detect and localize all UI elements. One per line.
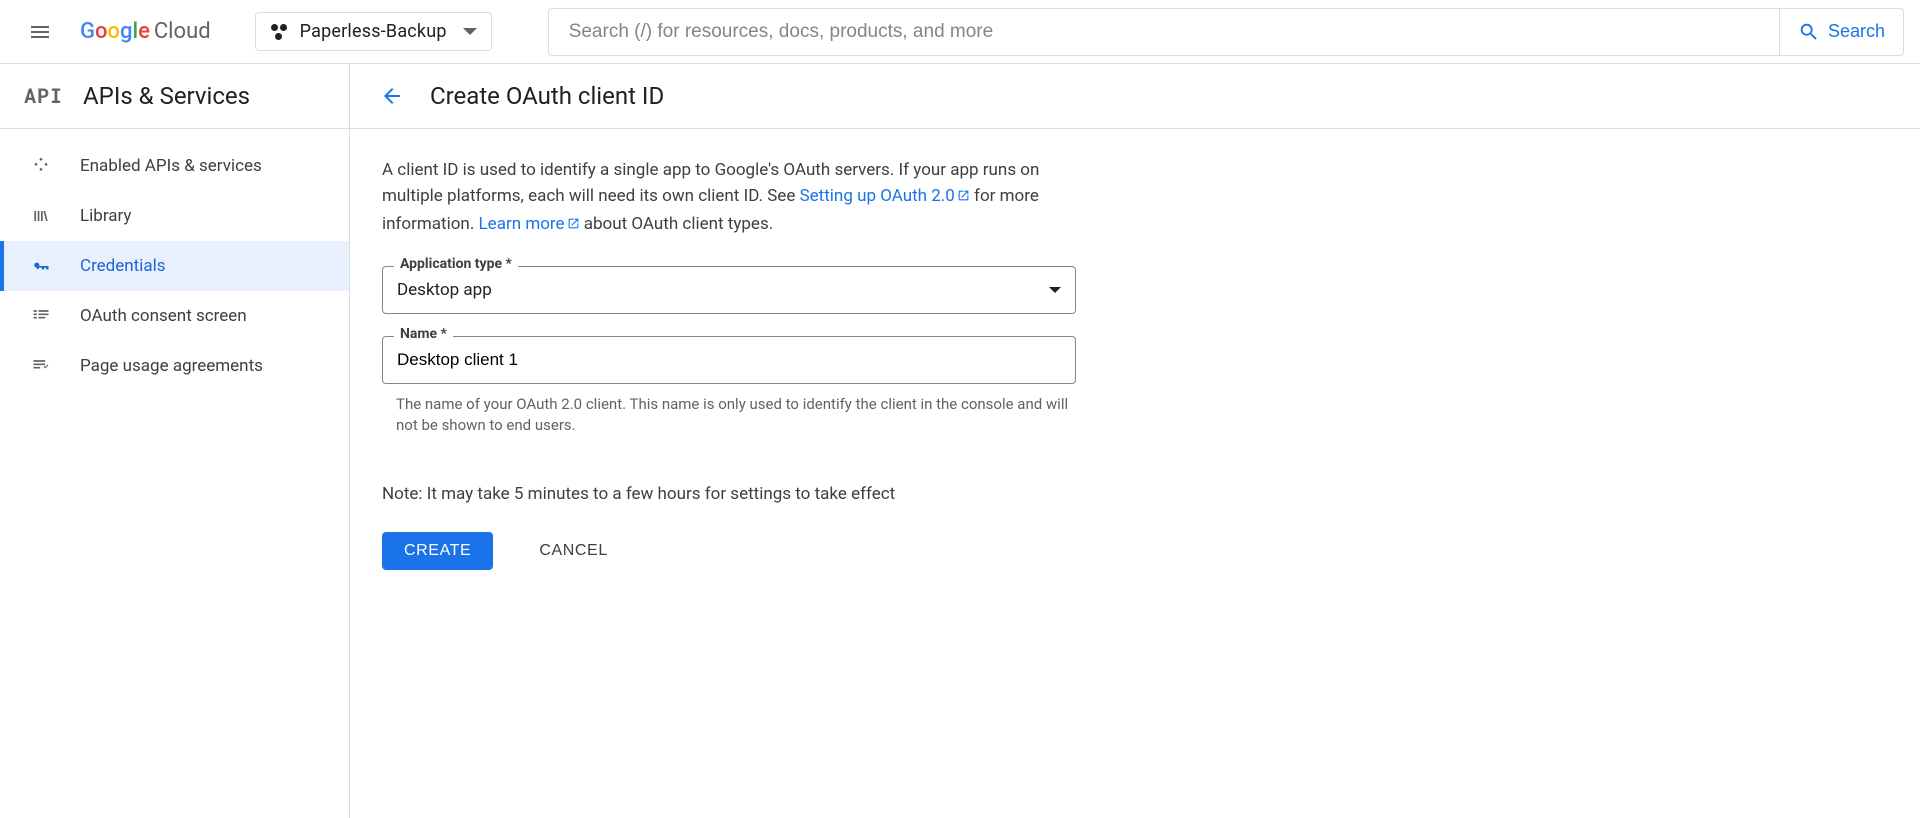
app-type-value: Desktop app <box>397 280 492 300</box>
link-setting-up-oauth[interactable]: Setting up OAuth 2.0 <box>800 186 970 206</box>
sidebar-title: APIs & Services <box>83 82 250 110</box>
nav: Enabled APIs & services Library Credenti… <box>0 129 349 391</box>
nav-credentials[interactable]: Credentials <box>0 241 349 291</box>
library-icon <box>30 205 52 227</box>
nav-item-label: Library <box>80 206 131 226</box>
main: Create OAuth client ID A client ID is us… <box>350 64 1920 818</box>
app-type-select[interactable]: Desktop app <box>382 266 1076 314</box>
actions: CREATE CANCEL <box>382 532 1078 570</box>
external-link-icon <box>957 184 970 210</box>
page-title: Create OAuth client ID <box>430 82 664 110</box>
nav-item-label: OAuth consent screen <box>80 306 247 326</box>
main-header: Create OAuth client ID <box>350 64 1920 129</box>
name-input[interactable] <box>397 350 1061 370</box>
consent-icon <box>30 305 52 327</box>
logo-google: Google <box>80 19 150 44</box>
nav-enabled-apis[interactable]: Enabled APIs & services <box>0 141 349 191</box>
hamburger-icon <box>28 20 52 44</box>
description: A client ID is used to identify a single… <box>382 157 1078 238</box>
nav-item-label: Credentials <box>80 256 166 276</box>
create-button[interactable]: CREATE <box>382 532 493 570</box>
nav-library[interactable]: Library <box>0 191 349 241</box>
nav-page-usage[interactable]: Page usage agreements <box>0 341 349 391</box>
search-icon <box>1798 21 1820 43</box>
project-icon <box>270 23 288 41</box>
agreement-icon <box>30 355 52 377</box>
arrow-back-icon <box>380 84 404 108</box>
project-name: Paperless-Backup <box>300 21 447 42</box>
sidebar: API APIs & Services Enabled APIs & servi… <box>0 64 350 818</box>
nav-item-label: Enabled APIs & services <box>80 156 262 176</box>
cancel-button[interactable]: CANCEL <box>517 532 630 570</box>
api-badge: API <box>24 83 63 109</box>
logo-cloud: Cloud <box>154 19 211 44</box>
search-button-label: Search <box>1828 21 1885 42</box>
name-helper: The name of your OAuth 2.0 client. This … <box>382 394 1078 436</box>
note-text: Note: It may take 5 minutes to a few hou… <box>382 484 1078 504</box>
search-input[interactable] <box>548 8 1779 56</box>
back-button[interactable] <box>378 82 406 110</box>
key-icon <box>30 255 52 277</box>
nav-oauth-consent[interactable]: OAuth consent screen <box>0 291 349 341</box>
form-area: A client ID is used to identify a single… <box>350 129 1110 598</box>
link-learn-more[interactable]: Learn more <box>479 214 580 234</box>
chevron-down-icon <box>463 28 477 35</box>
name-label: Name * <box>394 326 453 342</box>
field-name: Name * The name of your OAuth 2.0 client… <box>382 336 1078 436</box>
field-application-type: Application type * Desktop app <box>382 266 1078 314</box>
logo[interactable]: Google Cloud <box>80 19 211 44</box>
chevron-down-icon <box>1049 287 1061 293</box>
hamburger-menu[interactable] <box>16 8 64 56</box>
search-wrap: Search <box>548 8 1904 56</box>
project-picker[interactable]: Paperless-Backup <box>255 12 492 51</box>
app-type-label: Application type * <box>394 256 518 272</box>
diamond-icon <box>30 155 52 177</box>
external-link-icon <box>567 212 580 238</box>
topbar: Google Cloud Paperless-Backup Search <box>0 0 1920 64</box>
nav-item-label: Page usage agreements <box>80 356 263 376</box>
search-button[interactable]: Search <box>1779 8 1904 56</box>
sidebar-header: API APIs & Services <box>0 64 349 129</box>
